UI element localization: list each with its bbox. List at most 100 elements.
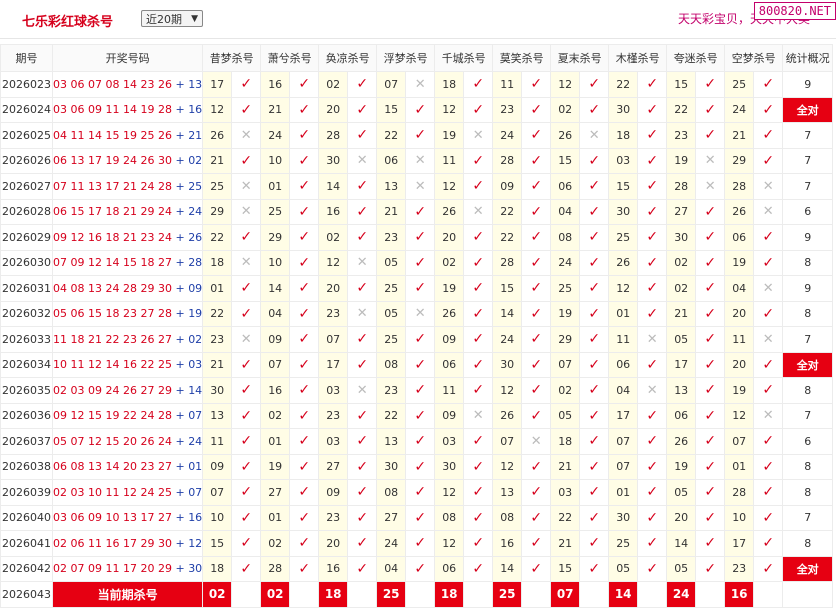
kill-number: 23 xyxy=(318,504,349,531)
kill-number: 10 xyxy=(202,504,233,531)
col-expert: 奂凉杀号 xyxy=(318,44,378,72)
kill-number: 07 xyxy=(376,71,407,98)
kill-number: 11 xyxy=(202,428,233,455)
kill-number: 18 xyxy=(202,249,233,276)
kill-number: 11 xyxy=(724,326,755,353)
kill-number: 09 xyxy=(202,453,233,480)
kill-number: 02 xyxy=(434,249,465,276)
kill-number: 02 xyxy=(666,275,697,302)
kill-number: 18 xyxy=(608,122,639,149)
check-icon: ✓ xyxy=(521,326,552,353)
kill-number: 05 xyxy=(376,300,407,327)
special-ball: 28 xyxy=(188,256,203,270)
table-row: 2026025 04 11 14 15 19 25 26 + 21 26 ✕ 24 ✓ 28… xyxy=(0,122,834,149)
draw-numbers-cell: 07 09 12 14 15 18 27 + 28 xyxy=(51,249,204,276)
kill-number: 28 xyxy=(492,147,523,174)
check-icon: ✓ xyxy=(521,122,552,149)
col-expert: 昔梦杀号 xyxy=(202,44,262,72)
kill-number: 19 xyxy=(666,453,697,480)
col-expert: 莫笑杀号 xyxy=(492,44,552,72)
col-expert: 浮梦杀号 xyxy=(376,44,436,72)
check-icon: ✓ xyxy=(753,147,784,174)
kill-number: 21 xyxy=(550,530,581,557)
kill-number: 24 xyxy=(550,249,581,276)
check-icon: ✓ xyxy=(231,275,262,302)
kill-number: 26 xyxy=(202,122,233,149)
kill-number: 30 xyxy=(318,147,349,174)
table-row: 2026042 02 07 09 11 17 20 29 + 30 18 ✓ 28 ✓ 16… xyxy=(0,555,834,582)
table-row: 2026039 02 03 10 11 12 24 25 + 07 07 ✓ 27 ✓ 09… xyxy=(0,479,834,506)
check-icon: ✓ xyxy=(521,249,552,276)
special-ball: 02 xyxy=(188,154,203,168)
stat-count: 8 xyxy=(782,479,834,506)
kill-number: 09 xyxy=(492,173,523,200)
plus-sign: + xyxy=(171,358,189,372)
table-row: 2026023 03 06 07 08 14 23 26 + 13 17 ✓ 16 ✓ 02… xyxy=(0,71,834,98)
kill-number: 16 xyxy=(318,198,349,225)
check-icon: ✓ xyxy=(289,122,320,149)
special-ball: 01 xyxy=(188,460,203,474)
table-row: 2026034 10 11 12 14 16 22 25 + 03 21 ✓ 07 ✓ 17… xyxy=(0,351,834,378)
check-icon: ✓ xyxy=(347,453,378,480)
check-icon: ✓ xyxy=(637,504,668,531)
check-icon: ✓ xyxy=(695,479,726,506)
kill-number: 23 xyxy=(376,224,407,251)
special-ball: 25 xyxy=(188,179,203,193)
check-icon: ✓ xyxy=(579,326,610,353)
red-balls: 02 06 11 16 17 29 30 xyxy=(53,536,172,550)
kill-number: 19 xyxy=(550,300,581,327)
kill-number: 14 xyxy=(492,555,523,582)
kill-number: 04 xyxy=(608,377,639,404)
plus-sign: + xyxy=(171,460,189,474)
special-ball: 07 xyxy=(188,485,203,499)
period-cell: 2026041 xyxy=(0,530,53,557)
period-cell: 2026033 xyxy=(0,326,53,353)
kill-number: 25 xyxy=(724,71,755,98)
red-balls: 03 06 07 08 14 23 26 xyxy=(53,77,172,91)
check-icon: ✓ xyxy=(521,377,552,404)
empty-cell xyxy=(405,581,436,608)
kill-number: 21 xyxy=(202,147,233,174)
kill-number: 12 xyxy=(202,96,233,123)
check-icon: ✓ xyxy=(289,402,320,429)
kill-number: 10 xyxy=(724,504,755,531)
kill-number: 10 xyxy=(260,249,291,276)
special-ball: 24 xyxy=(188,205,203,219)
table-row: 2026037 05 07 12 15 20 26 24 + 24 11 ✓ 01 ✓ 03… xyxy=(0,428,834,455)
check-icon: ✓ xyxy=(463,530,494,557)
current-kill-number: 16 xyxy=(724,581,755,608)
kill-number: 05 xyxy=(666,326,697,353)
plus-sign: + xyxy=(171,179,189,193)
check-icon: ✓ xyxy=(695,377,726,404)
kill-number: 12 xyxy=(492,453,523,480)
current-kill-number: 25 xyxy=(376,581,407,608)
draw-numbers-cell: 03 06 09 10 13 17 27 + 16 xyxy=(51,504,204,531)
draw-numbers-cell: 09 12 15 19 22 24 28 + 07 xyxy=(51,402,204,429)
empty-cell xyxy=(782,581,834,608)
check-icon: ✓ xyxy=(463,479,494,506)
check-icon: ✓ xyxy=(521,402,552,429)
plus-sign: + xyxy=(171,409,189,423)
check-icon: ✓ xyxy=(695,122,726,149)
period-cell: 2026037 xyxy=(0,428,53,455)
draw-numbers-cell: 02 07 09 11 17 20 29 + 30 xyxy=(51,555,204,582)
period-range-select[interactable]: 近20期 ▼ xyxy=(141,10,203,27)
check-icon: ✓ xyxy=(463,224,494,251)
table-row: 2026027 07 11 13 17 21 24 28 + 25 25 ✕ 01 ✓ 14… xyxy=(0,173,834,200)
special-ball: 24 xyxy=(188,434,203,448)
check-icon: ✓ xyxy=(405,504,436,531)
cross-icon: ✕ xyxy=(753,275,784,302)
check-icon: ✓ xyxy=(231,453,262,480)
kill-number: 29 xyxy=(550,326,581,353)
table-row: 2026033 11 18 21 22 23 26 27 + 02 23 ✕ 09 ✓ 07… xyxy=(0,326,834,353)
kill-number: 13 xyxy=(666,377,697,404)
check-icon: ✓ xyxy=(405,122,436,149)
table-row: 2026030 07 09 12 14 15 18 27 + 28 18 ✕ 10 ✓ 12… xyxy=(0,249,834,276)
kill-number: 16 xyxy=(260,377,291,404)
check-icon: ✓ xyxy=(463,300,494,327)
kill-number: 20 xyxy=(434,224,465,251)
check-icon: ✓ xyxy=(579,224,610,251)
col-expert: 夸迷杀号 xyxy=(666,44,726,72)
table-row: 2026035 02 03 09 24 26 27 29 + 14 30 ✓ 16 ✓ 03… xyxy=(0,377,834,404)
col-expert: 千城杀号 xyxy=(434,44,494,72)
